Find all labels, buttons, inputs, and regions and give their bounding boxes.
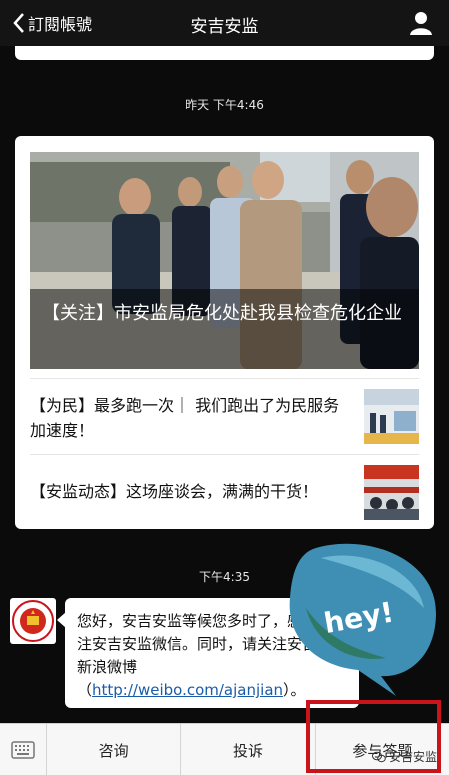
top-nav-bar: 訂閱帳號 安吉安监: [0, 0, 449, 46]
weibo-link[interactable]: http://weibo.com/ajanjian: [92, 681, 283, 699]
menu-item-complaint[interactable]: 投诉: [181, 724, 316, 775]
headline-caption: 【关注】市安监局危化处赴我县检查危化企业: [30, 289, 419, 369]
keyboard-toggle[interactable]: [0, 724, 47, 775]
previous-message-card: [15, 46, 434, 60]
news-item-title: 【安监动态】这场座谈会，满满的干货！: [30, 482, 319, 501]
menu-item-consult[interactable]: 咨询: [47, 724, 182, 775]
news-item-thumbnail: [364, 389, 419, 444]
headline-photo[interactable]: 【关注】市安监局危化处赴我县检查危化企业: [30, 152, 419, 369]
news-card[interactable]: 【关注】市安监局危化处赴我县检查危化企业 【为民】最多跑一次｜ 我们跑出了为民服…: [15, 136, 434, 529]
news-item-title: 【为民】最多跑一次｜ 我们跑出了为民服务加速度！: [30, 396, 340, 440]
page-title: 安吉安监: [190, 17, 259, 37]
timestamp: 昨天 下午4:46: [185, 98, 264, 112]
avatar[interactable]: [10, 598, 56, 644]
watermark-text: 安吉安监: [388, 750, 437, 764]
hey-sticker: hey!: [289, 543, 436, 696]
news-list-item[interactable]: 【为民】最多跑一次｜ 我们跑出了为民服务加速度！: [30, 378, 419, 454]
keyboard-icon: [11, 741, 35, 759]
watermark: 安吉安监: [371, 748, 437, 765]
news-item-thumbnail: [364, 465, 419, 520]
emblem-icon: [12, 600, 54, 642]
news-list-item[interactable]: 【安监动态】这场座谈会，满满的干货！: [30, 454, 419, 529]
user-profile-icon[interactable]: [409, 11, 433, 35]
wechat-icon: [371, 751, 386, 762]
